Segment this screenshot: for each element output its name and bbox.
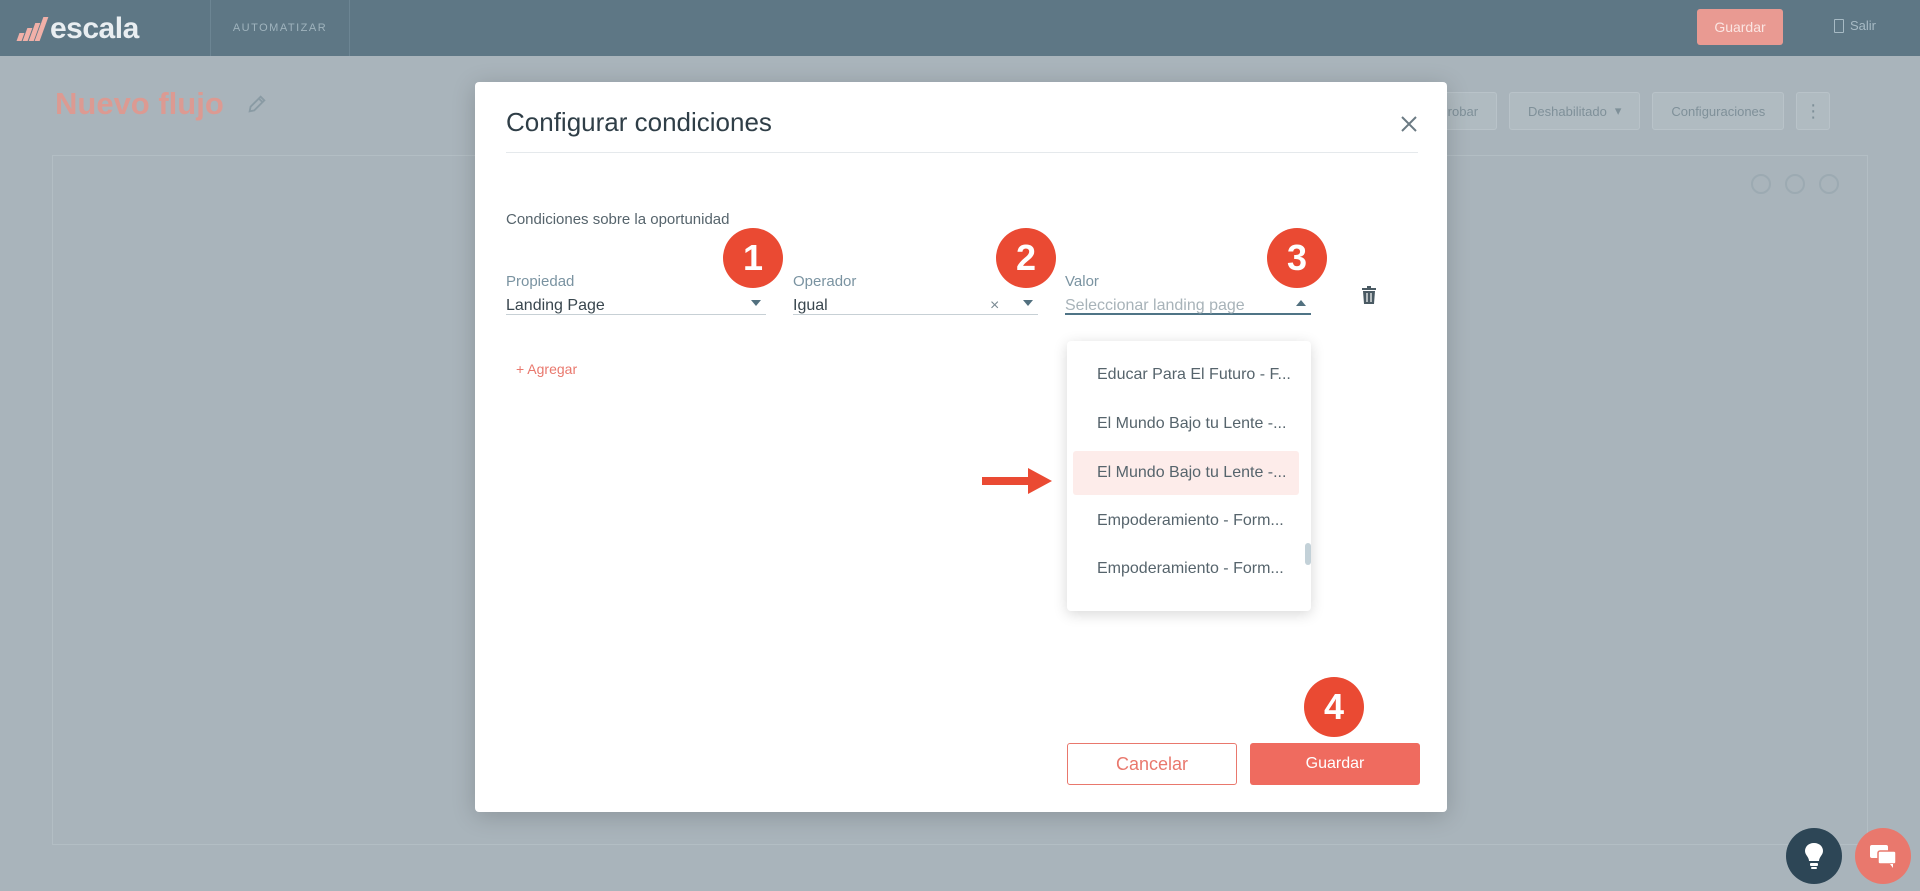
exit-button[interactable]: Salir <box>1834 18 1876 33</box>
flow-title-text: Nuevo flujo <box>55 86 224 121</box>
modal-title: Configurar condiciones <box>506 107 772 137</box>
step-badge-3: 3 <box>1267 228 1327 288</box>
cancel-button[interactable]: Cancelar <box>1067 743 1237 785</box>
settings-label: Configuraciones <box>1671 103 1766 119</box>
section-label: Condiciones sobre la oportunidad <box>506 211 730 228</box>
operator-select[interactable]: Operador Igual × <box>793 273 1038 315</box>
step-badge-1: 1 <box>723 228 783 288</box>
canvas-tools <box>1751 174 1839 194</box>
landing-page-dropdown: Educar Para El Futuro - F... El Mundo Ba… <box>1067 341 1311 611</box>
close-icon[interactable] <box>1397 112 1421 136</box>
chat-button[interactable] <box>1855 828 1911 884</box>
dropdown-option[interactable]: Empoderamiento - Form... <box>1073 547 1299 591</box>
caret-up-icon[interactable] <box>1296 300 1306 306</box>
property-value: Landing Page <box>506 297 605 314</box>
more-options-icon[interactable]: ⋮ <box>1796 92 1831 130</box>
lightbulb-button[interactable] <box>1786 828 1842 884</box>
exit-label: Salir <box>1850 18 1877 33</box>
property-label: Propiedad <box>506 273 575 290</box>
dropdown-option-highlighted[interactable]: El Mundo Bajo tu Lente -... <box>1073 451 1299 495</box>
chevron-down-icon: ▾ <box>1614 103 1622 118</box>
operator-value: Igual <box>793 297 828 314</box>
door-icon <box>1834 18 1844 33</box>
zoom-in-icon[interactable] <box>1751 174 1771 194</box>
status-label: Deshabilitado <box>1528 103 1607 119</box>
clear-icon[interactable]: × <box>990 297 999 315</box>
dropdown-option[interactable]: El Mundo Bajo tu Lente -... <box>1073 402 1299 446</box>
zoom-out-icon[interactable] <box>1785 174 1805 194</box>
settings-button[interactable]: Configuraciones <box>1652 92 1785 130</box>
flow-actions: Probar Deshabilitado ▾ Configuraciones ⋮ <box>1420 92 1831 130</box>
property-select[interactable]: Propiedad Landing Page <box>506 273 766 315</box>
user-icon[interactable] <box>1819 174 1839 194</box>
flow-title: Nuevo flujo <box>55 86 268 122</box>
trash-icon[interactable] <box>1361 286 1377 304</box>
dropdown-scrollbar[interactable] <box>1305 543 1311 565</box>
status-dropdown[interactable]: Deshabilitado ▾ <box>1509 92 1641 130</box>
add-condition-link[interactable]: + Agregar <box>516 361 577 377</box>
caret-down-icon[interactable] <box>1023 300 1033 306</box>
dropdown-option[interactable]: Educar Para El Futuro - F... <box>1073 353 1299 397</box>
value-select[interactable]: Valor Seleccionar landing page <box>1065 273 1311 315</box>
configure-conditions-modal: Configurar condiciones Condiciones sobre… <box>475 82 1447 812</box>
top-bar: escala AUTOMATIZAR Guardar Salir <box>0 0 1920 56</box>
chat-icon <box>1870 845 1897 868</box>
caret-down-icon[interactable] <box>751 300 761 306</box>
save-button[interactable]: Guardar <box>1250 743 1420 785</box>
arrow-right-icon <box>982 468 1052 494</box>
divider <box>506 152 1418 153</box>
escala-logo[interactable]: escala <box>16 12 139 45</box>
dropdown-option[interactable]: Empoderamiento - Form... <box>1073 499 1299 543</box>
value-placeholder: Seleccionar landing page <box>1065 297 1245 314</box>
logo-bars-icon <box>16 17 49 41</box>
nav-tab-automatizar[interactable]: AUTOMATIZAR <box>210 0 350 56</box>
step-badge-2: 2 <box>996 228 1056 288</box>
lightbulb-icon <box>1805 843 1823 869</box>
pencil-icon[interactable] <box>246 93 268 115</box>
top-save-button[interactable]: Guardar <box>1697 9 1783 45</box>
step-badge-4: 4 <box>1304 677 1364 737</box>
logo-text: escala <box>50 12 139 45</box>
